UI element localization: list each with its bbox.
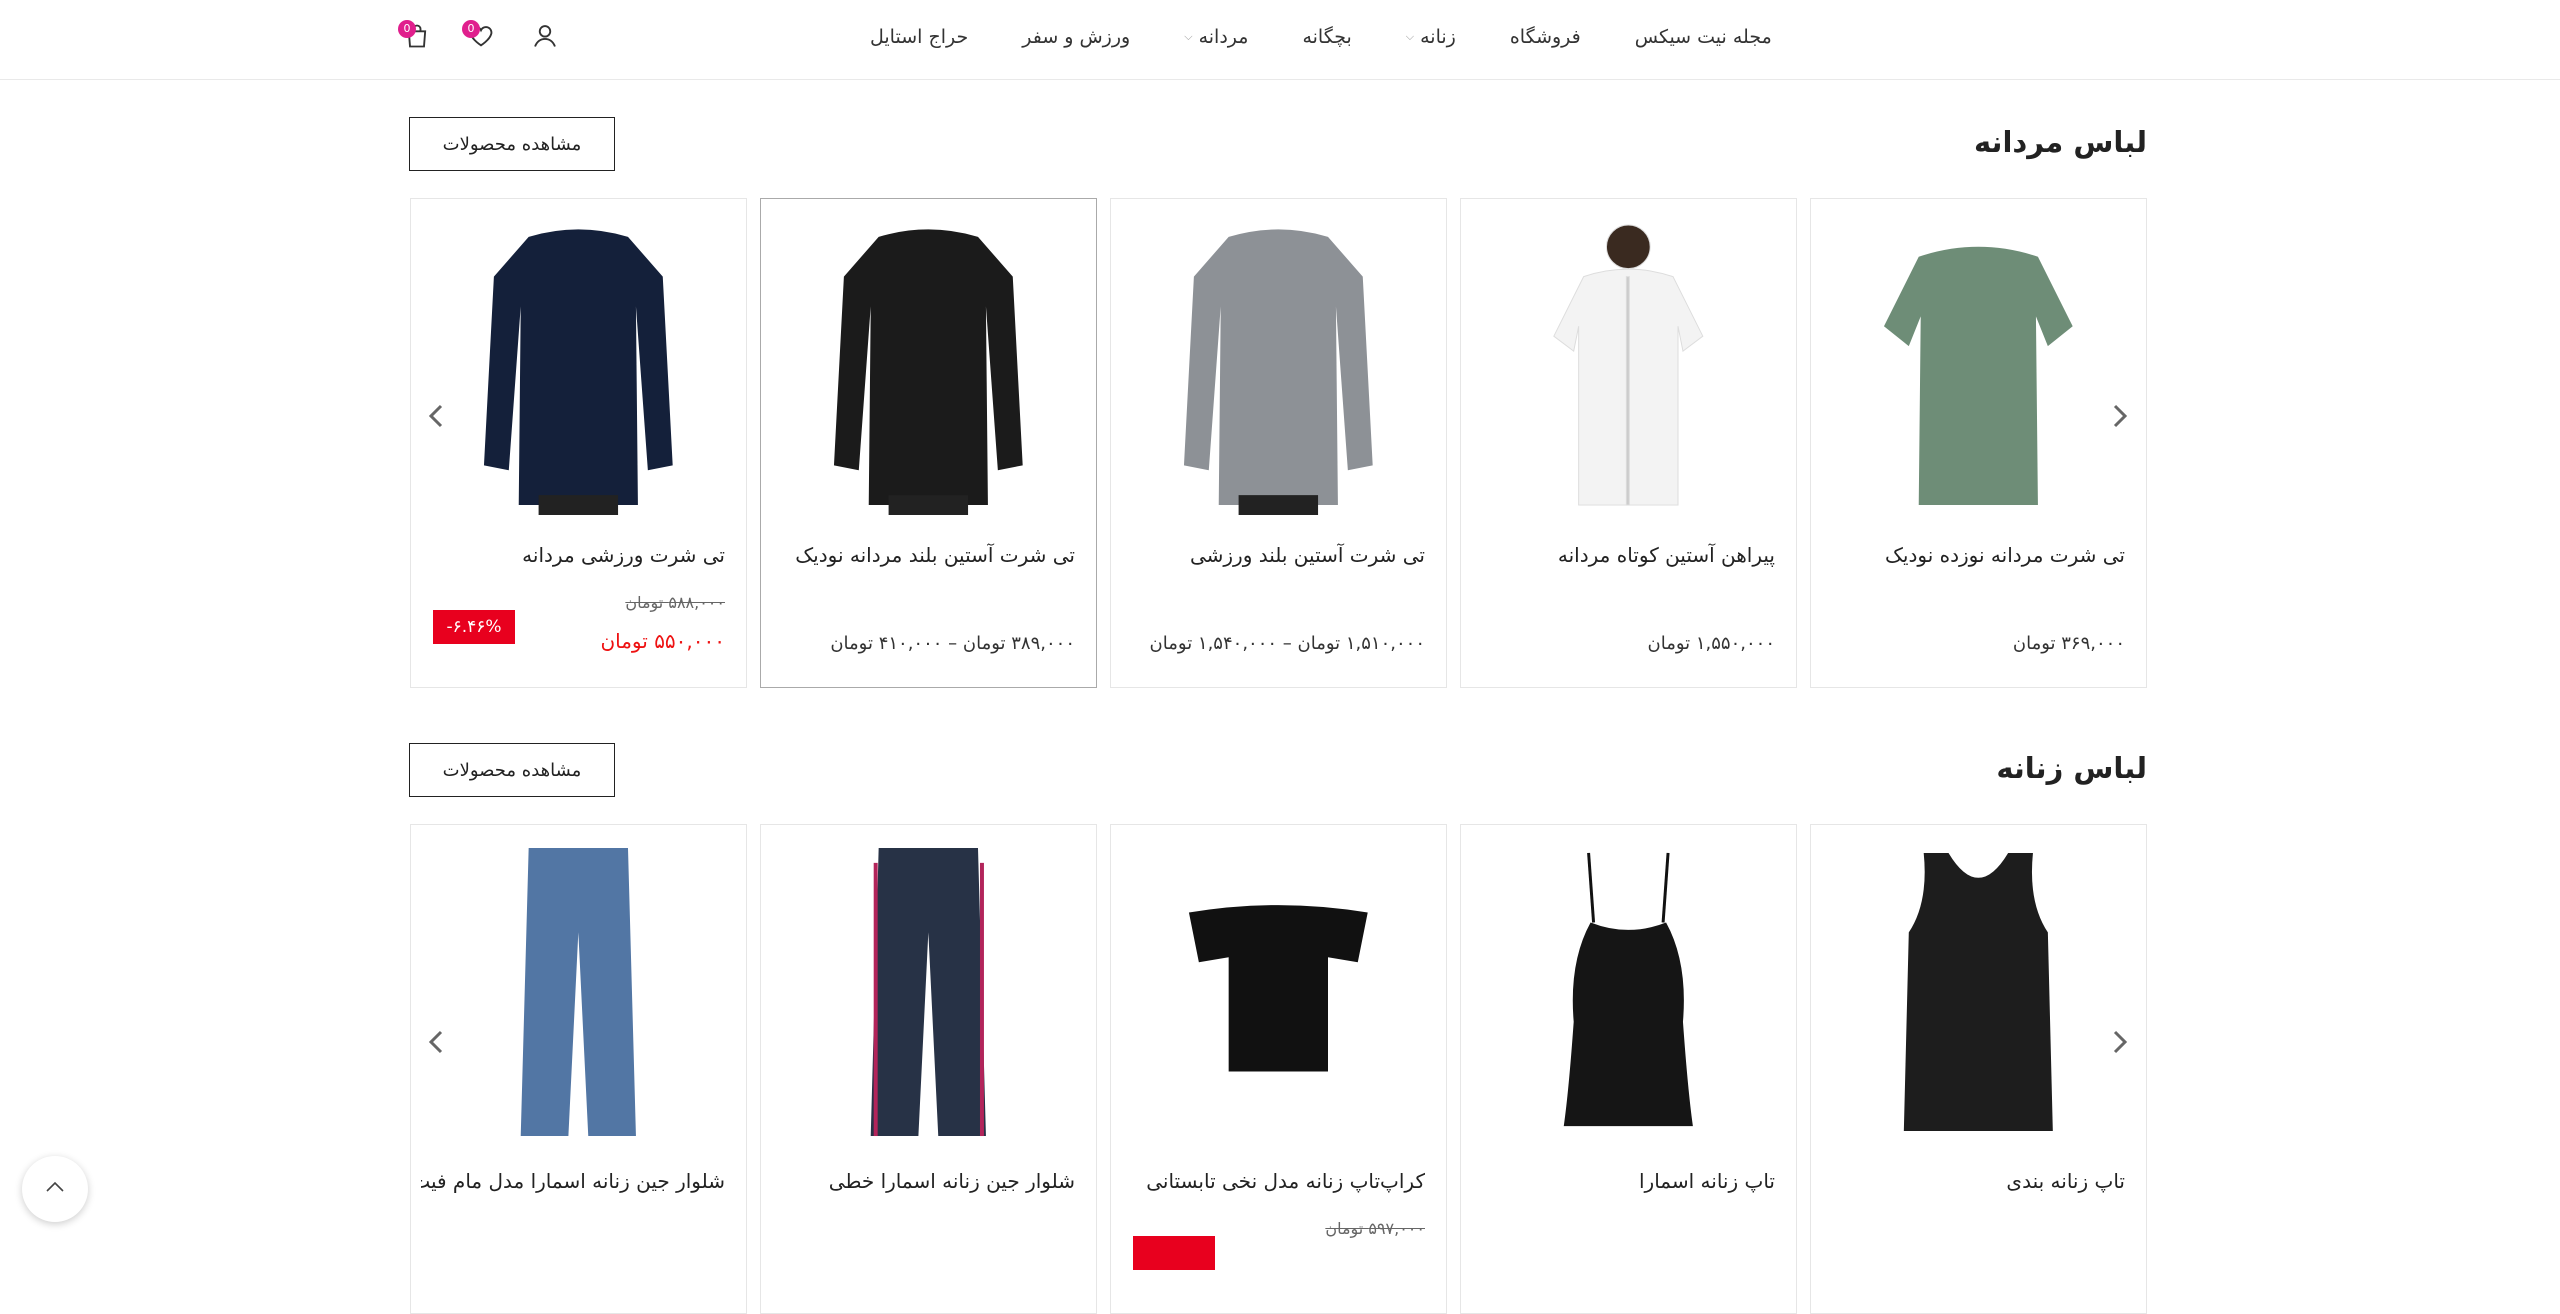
product-name[interactable]: تی شرت آستین بلند مردانه نودیک [771, 543, 1075, 567]
nav-item-men[interactable]: مردانه ⌵ [1184, 26, 1248, 48]
product-photo [829, 217, 1028, 515]
chevron-left-icon [425, 1027, 447, 1061]
product-card[interactable]: تاپ زنانه اسمارا [1460, 824, 1797, 1314]
product-image[interactable] [1461, 217, 1796, 515]
product-photo [1879, 843, 2078, 1141]
product-name[interactable]: شلوار جین زنانه اسمارا مدل مام فیت [421, 1169, 725, 1193]
nav-label: ورزش و سفر [1022, 26, 1131, 48]
scroll-to-top-button[interactable] [22, 1156, 88, 1222]
chevron-left-icon [425, 401, 447, 435]
discount-badge: -۶.۴۶% [433, 610, 515, 644]
user-icon [531, 22, 559, 54]
nav-label: بچگانه [1302, 26, 1352, 48]
product-image[interactable] [761, 843, 1096, 1141]
discount-badge [1133, 1236, 1215, 1270]
cart-button[interactable]: 0 [398, 20, 434, 56]
product-photo [1529, 843, 1728, 1141]
product-price: ۱,۵۱۰,۰۰۰ تومان – ۱,۵۴۰,۰۰۰ تومان [1149, 633, 1425, 654]
product-image[interactable] [1111, 217, 1446, 515]
product-name[interactable]: تاپ زنانه بندی [1821, 1169, 2125, 1193]
nav-item-kids[interactable]: بچگانه [1302, 26, 1351, 48]
nav-item-women[interactable]: زنانه ⌵ [1406, 26, 1456, 48]
chevron-up-icon [43, 1175, 67, 1203]
product-price: ۳۶۹,۰۰۰ تومان [2012, 633, 2125, 654]
wishlist-button[interactable]: 0 [462, 20, 498, 56]
view-products-button[interactable]: مشاهده محصولات [409, 117, 615, 171]
product-old-price: ۵۸۸,۰۰۰ تومان [625, 593, 725, 612]
product-image[interactable] [761, 217, 1096, 515]
nav-label: مردانه [1198, 26, 1249, 48]
carousel-next-button[interactable] [2105, 398, 2135, 438]
product-name[interactable]: شلوار جین زنانه اسمارا خطی [771, 1169, 1075, 1193]
section-men: لباس مردانه مشاهده محصولات تی شرت مردانه… [409, 117, 2147, 689]
product-photo [1179, 843, 1378, 1141]
product-card[interactable]: تاپ زنانه بندی [1810, 824, 2147, 1314]
product-name[interactable]: تی شرت ورزشی مردانه [421, 543, 725, 567]
product-name[interactable]: تی شرت آستین بلند ورزشی [1121, 543, 1425, 567]
product-card[interactable]: تی شرت ورزشی مردانه ۵۸۸,۰۰۰ تومان ۵۵۰,۰۰… [410, 198, 747, 688]
product-image[interactable] [1461, 843, 1796, 1141]
section-title: لباس مردانه [1973, 125, 2147, 159]
wishlist-count-badge: 0 [462, 20, 480, 38]
product-card[interactable]: تی شرت مردانه نوزده نودیک ۳۶۹,۰۰۰ تومان [1810, 198, 2147, 688]
product-card[interactable]: شلوار جین زنانه اسمارا خطی [760, 824, 1097, 1314]
carousel-prev-button[interactable] [421, 1024, 451, 1064]
section-title: لباس زنانه [1996, 751, 2147, 785]
nav-item-sport-travel[interactable]: ورزش و سفر [1022, 26, 1130, 48]
header-icons: 0 0 [398, 18, 562, 58]
main-nav: حراج استایل ورزش و سفر مردانه ⌵ بچگانه زن… [870, 0, 1790, 74]
chevron-right-icon [2109, 1027, 2131, 1061]
section-women: لباس زنانه مشاهده محصولات تاپ زنانه بندی… [409, 743, 2147, 1314]
product-name[interactable]: تاپ زنانه اسمارا [1471, 1169, 1775, 1193]
product-card[interactable]: کراپ‌تاپ زنانه مدل نخی تابستانی ۵۹۷,۰۰۰ … [1110, 824, 1447, 1314]
product-photo [479, 843, 678, 1141]
chevron-down-icon: ⌵ [1405, 30, 1415, 43]
nav-item-magazine[interactable]: مجله نیت سیکس [1635, 26, 1772, 48]
carousel-next-button[interactable] [2105, 1024, 2135, 1064]
product-price: ۱,۵۵۰,۰۰۰ تومان [1647, 633, 1776, 654]
nav-label: زنانه [1420, 26, 1456, 48]
product-sale-price: ۵۵۰,۰۰۰ تومان [600, 629, 725, 653]
product-photo [479, 217, 678, 515]
nav-label: حراج استایل [870, 26, 969, 48]
product-photo [829, 843, 1028, 1137]
nav-label: فروشگاه [1509, 26, 1581, 48]
product-name[interactable]: پیراهن آستین کوتاه مردانه [1471, 543, 1775, 567]
chevron-down-icon: ⌵ [1184, 30, 1193, 43]
product-name[interactable]: تی شرت مردانه نوزده نودیک [1821, 543, 2125, 567]
product-image[interactable] [411, 217, 746, 515]
product-image[interactable] [1811, 843, 2146, 1141]
product-price: ۳۸۹,۰۰۰ تومان – ۴۱۰,۰۰۰ تومان [830, 633, 1075, 654]
account-button[interactable] [528, 20, 562, 56]
site-header: حراج استایل ورزش و سفر مردانه ⌵ بچگانه زن… [0, 0, 2560, 80]
nav-item-sale[interactable]: حراج استایل [870, 26, 968, 48]
view-products-button[interactable]: مشاهده محصولات [409, 743, 615, 797]
nav-item-shop[interactable]: فروشگاه [1510, 26, 1581, 48]
product-card[interactable]: تی شرت آستین بلند مردانه نودیک ۳۸۹,۰۰۰ ت… [760, 198, 1097, 688]
product-photo [1179, 217, 1378, 515]
cart-count-badge: 0 [398, 20, 416, 38]
product-image[interactable] [1811, 217, 2146, 515]
product-photo [1879, 217, 2078, 515]
product-image[interactable] [1111, 843, 1446, 1141]
carousel-prev-button[interactable] [421, 398, 451, 438]
nav-label: مجله نیت سیکس [1634, 26, 1772, 48]
product-image[interactable] [411, 843, 746, 1141]
product-carousel: تی شرت مردانه نوزده نودیک ۳۶۹,۰۰۰ تومان … [409, 198, 2147, 688]
product-card[interactable]: پیراهن آستین کوتاه مردانه ۱,۵۵۰,۰۰۰ توما… [1460, 198, 1797, 688]
product-card[interactable]: شلوار جین زنانه اسمارا مدل مام فیت [410, 824, 747, 1314]
product-name[interactable]: کراپ‌تاپ زنانه مدل نخی تابستانی [1121, 1169, 1425, 1193]
product-photo [1529, 217, 1728, 515]
chevron-right-icon [2109, 401, 2131, 435]
product-card[interactable]: تی شرت آستین بلند ورزشی ۱,۵۱۰,۰۰۰ تومان … [1110, 198, 1447, 688]
product-old-price: ۵۹۷,۰۰۰ تومان [1325, 1219, 1425, 1238]
product-carousel: تاپ زنانه بندی تاپ زنانه اسمارا کراپ‌تاپ… [409, 824, 2147, 1314]
